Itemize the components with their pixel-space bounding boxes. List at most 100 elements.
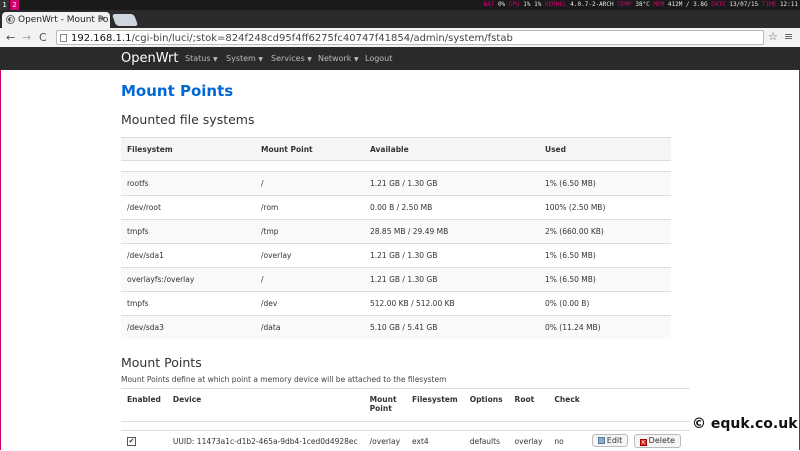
edit-label: Edit [607, 436, 623, 445]
bookmark-star-icon[interactable]: ☆ [768, 30, 778, 43]
status-value: 13/07/15 [729, 1, 758, 8]
cell-available: 512.00 KB / 512.00 KB [364, 292, 539, 316]
status-key: DATE [711, 1, 725, 8]
edit-button[interactable]: Edit [592, 434, 629, 447]
table-spacer [121, 161, 671, 172]
column-header: Filesystem [121, 138, 255, 161]
new-tab-button[interactable] [112, 14, 138, 26]
cell-used: 100% (2.50 MB) [539, 196, 671, 220]
table-row: ✔ UUID: 11473a1c-d1b2-465a-9db4-1ced0d49… [121, 431, 690, 451]
status-key: KERNEL [545, 1, 567, 8]
browser-tab-strip: ◐ OpenWrt - Mount Po × [0, 10, 800, 28]
cell-filesystem: /dev/sda3 [121, 316, 255, 340]
edit-icon [598, 437, 605, 444]
nav-services[interactable]: Services ▼ [271, 47, 312, 71]
cell-options: defaults [464, 431, 509, 451]
cell-root: overlay [509, 431, 549, 451]
openwrt-favicon-icon: ◐ [6, 15, 15, 24]
status-key: CPU [509, 1, 520, 8]
browser-toolbar: ← → C 192.168.1.1/cgi-bin/luci/;stok=824… [0, 28, 800, 48]
cell-mount-point: / [255, 172, 364, 196]
watermark: © equk.co.uk [692, 416, 798, 432]
column-header: Filesystem [406, 389, 464, 422]
back-icon[interactable]: ← [6, 30, 15, 45]
cell-actions: Edit ×Delete [586, 431, 690, 451]
table-row: rootfs / 1.21 GB / 1.30 GB 1% (6.50 MB) [121, 172, 671, 196]
cell-mount-point: /overlay [364, 431, 406, 451]
page-icon [60, 34, 67, 42]
caret-down-icon: ▼ [258, 56, 263, 63]
tab-close-icon[interactable]: × [98, 12, 106, 28]
url-host: 192.168.1.1 [71, 33, 131, 44]
cell-filesystem: overlayfs:/overlay [121, 268, 255, 292]
brand-logo[interactable]: OpenWrt [121, 47, 178, 70]
cell-mount-point: /tmp [255, 220, 364, 244]
column-header: Mount Point [255, 138, 364, 161]
column-header: Options [464, 389, 509, 422]
cell-filesystem: rootfs [121, 172, 255, 196]
window-border-left [0, 70, 1, 450]
status-value: 0% [498, 1, 505, 8]
system-status-items: BAT 0% CPU 1% 1% KERNEL 4.0.7-2-ARCH TEM… [483, 0, 798, 10]
cell-available: 0.00 B / 2.50 MB [364, 196, 539, 220]
enabled-checkbox[interactable]: ✔ [127, 437, 136, 446]
mount-points-description: Mount Points define at which point a mem… [121, 375, 446, 384]
workspace-1[interactable]: 1 [0, 0, 9, 10]
cell-available: 1.21 GB / 1.30 GB [364, 268, 539, 292]
table-spacer [121, 422, 690, 431]
column-header: Used [539, 138, 671, 161]
nav-status[interactable]: Status ▼ [185, 47, 218, 71]
cell-filesystem: tmpfs [121, 292, 255, 316]
table-row: /dev/sda3 /data 5.10 GB / 5.41 GB 0% (11… [121, 316, 671, 340]
cell-used: 0% (0.00 B) [539, 292, 671, 316]
browser-menu-icon[interactable]: ≡ [784, 30, 793, 43]
nav-system[interactable]: System ▼ [226, 47, 263, 71]
table-row: /dev/root /rom 0.00 B / 2.50 MB 100% (2.… [121, 196, 671, 220]
status-value: 4.0.7-2-ARCH [570, 1, 613, 8]
nav-network[interactable]: Network ▼ [318, 47, 359, 71]
mount-points-table: Enabled Device Mount Point Filesystem Op… [121, 388, 690, 451]
column-header-actions [586, 389, 690, 422]
forward-icon[interactable]: → [22, 30, 31, 45]
nav-label: Logout [365, 54, 392, 63]
cell-filesystem: tmpfs [121, 220, 255, 244]
cell-filesystem: /dev/sda1 [121, 244, 255, 268]
cell-filesystem: /dev/root [121, 196, 255, 220]
reload-icon[interactable]: C [39, 30, 47, 45]
caret-down-icon: ▼ [307, 56, 312, 63]
cell-available: 5.10 GB / 5.41 GB [364, 316, 539, 340]
table-row: overlayfs:/overlay / 1.21 GB / 1.30 GB 1… [121, 268, 671, 292]
status-value: 12:11 [780, 1, 798, 8]
status-value: 1% 1% [523, 1, 541, 8]
column-header: Device [167, 389, 364, 422]
status-key: TEMP [617, 1, 631, 8]
column-header: Enabled [121, 389, 167, 422]
cell-used: 1% (6.50 MB) [539, 244, 671, 268]
openwrt-header: OpenWrt Status ▼ System ▼ Services ▼ Net… [0, 47, 800, 70]
cell-mount-point: /dev [255, 292, 364, 316]
workspace-2[interactable]: 2 [10, 0, 19, 10]
column-header: Mount Point [364, 389, 406, 422]
cell-available: 28.85 MB / 29.49 MB [364, 220, 539, 244]
nav-logout[interactable]: Logout [365, 47, 392, 70]
status-key: MEM [653, 1, 664, 8]
delete-icon: × [640, 439, 647, 446]
table-row: tmpfs /dev 512.00 KB / 512.00 KB 0% (0.0… [121, 292, 671, 316]
address-bar[interactable]: 192.168.1.1/cgi-bin/luci/;stok=824f248cd… [56, 30, 764, 45]
status-key: TIME [762, 1, 776, 8]
status-key: BAT [483, 1, 494, 8]
column-header: Check [548, 389, 585, 422]
nav-label: Status [185, 54, 211, 63]
cell-enabled: ✔ [121, 431, 167, 451]
system-status-bar: 1 2 BAT 0% CPU 1% 1% KERNEL 4.0.7-2-ARCH… [0, 0, 800, 10]
browser-tab[interactable]: ◐ OpenWrt - Mount Po × [2, 12, 110, 28]
cell-used: 1% (6.50 MB) [539, 172, 671, 196]
delete-label: Delete [649, 436, 675, 445]
cell-mount-point: /rom [255, 196, 364, 220]
nav-label: Network [318, 54, 351, 63]
cell-available: 1.21 GB / 1.30 GB [364, 244, 539, 268]
nav-label: System [226, 54, 256, 63]
delete-button[interactable]: ×Delete [634, 434, 681, 448]
mounted-filesystems-heading: Mounted file systems [121, 112, 255, 127]
mounted-filesystems-table: Filesystem Mount Point Available Used ro… [121, 137, 671, 339]
